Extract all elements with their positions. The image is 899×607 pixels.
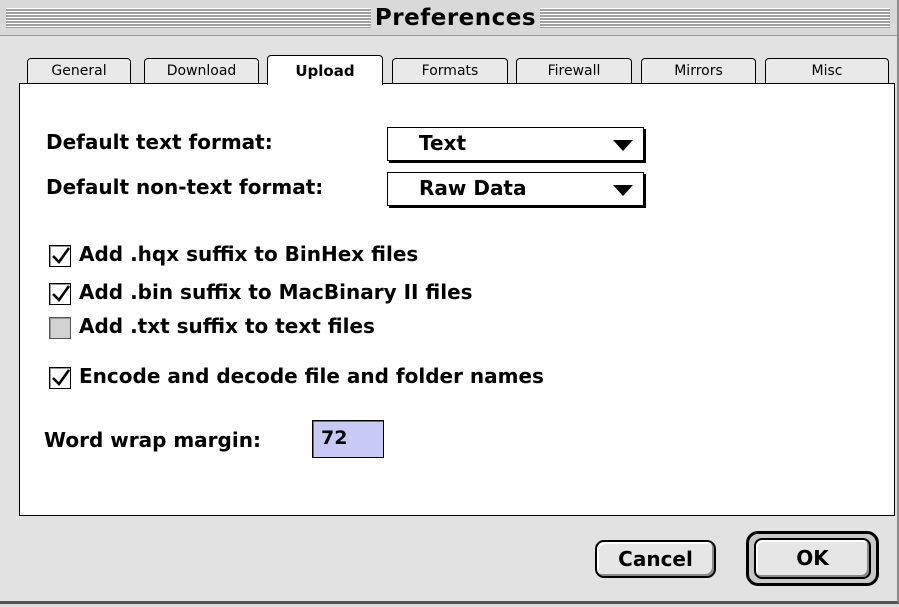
popup-arrow-icon: [613, 185, 633, 196]
word-wrap-margin-value: 72: [321, 427, 348, 449]
default-nontext-format-label: Default non-text format:: [46, 175, 324, 199]
tab-general[interactable]: General: [27, 58, 131, 84]
tab-firewall[interactable]: Firewall: [516, 58, 632, 84]
default-text-format-value: Text: [419, 131, 467, 155]
tab-upload[interactable]: Upload: [267, 55, 383, 85]
window-title: Preferences: [374, 5, 537, 31]
bin-suffix-label[interactable]: Add .bin suffix to MacBinary II files: [79, 280, 473, 304]
tab-download[interactable]: Download: [144, 58, 259, 84]
bin-suffix-checkbox[interactable]: [49, 283, 71, 305]
ok-button[interactable]: OK: [754, 538, 871, 579]
default-text-format-label: Default text format:: [46, 130, 273, 154]
default-text-format-popup[interactable]: Text: [387, 127, 644, 161]
default-nontext-format-value: Raw Data: [419, 176, 527, 200]
checkmark-icon: [52, 369, 71, 387]
preferences-window: Preferences General Download Upload Form…: [0, 0, 899, 604]
tab-misc[interactable]: Misc: [765, 58, 889, 84]
title-bar[interactable]: Preferences: [0, 0, 897, 36]
word-wrap-margin-label: Word wrap margin:: [44, 428, 261, 452]
tab-formats[interactable]: Formats: [392, 58, 508, 84]
tab-mirrors[interactable]: Mirrors: [641, 58, 756, 84]
hqx-suffix-label[interactable]: Add .hqx suffix to BinHex files: [79, 242, 418, 266]
txt-suffix-checkbox[interactable]: [49, 317, 71, 339]
cancel-button[interactable]: Cancel: [595, 540, 716, 578]
title-bar-stripes-left: [6, 8, 371, 28]
hqx-suffix-checkbox[interactable]: [49, 245, 71, 267]
encode-names-label[interactable]: Encode and decode file and folder names: [79, 364, 544, 388]
word-wrap-margin-input[interactable]: 72: [312, 420, 384, 458]
checkmark-icon: [52, 285, 71, 303]
title-bar-stripes-right: [540, 8, 890, 28]
encode-names-checkbox[interactable]: [49, 367, 71, 389]
popup-arrow-icon: [613, 140, 633, 151]
default-nontext-format-popup[interactable]: Raw Data: [387, 172, 644, 206]
txt-suffix-label[interactable]: Add .txt suffix to text files: [79, 314, 375, 338]
checkmark-icon: [52, 247, 71, 265]
